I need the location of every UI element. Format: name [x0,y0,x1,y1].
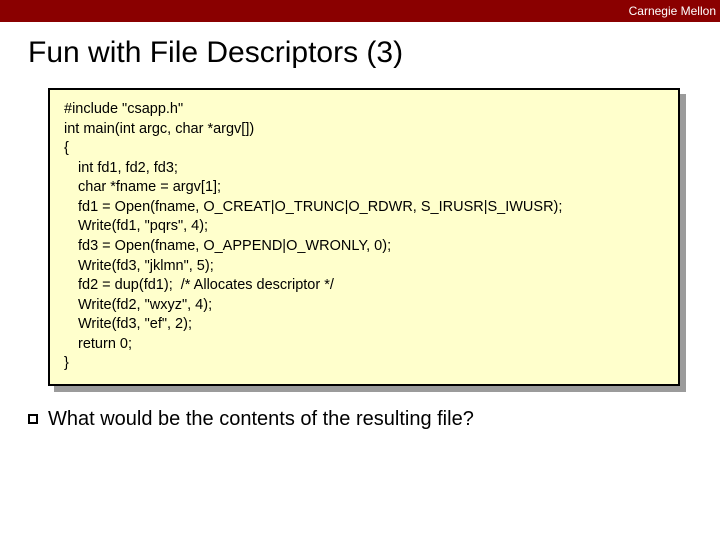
bullet-row: What would be the contents of the result… [28,408,720,431]
institution-label: Carnegie Mellon [629,4,716,18]
code-line: { [64,139,664,159]
code-line: fd3 = Open(fname, O_APPEND|O_WRONLY, 0); [64,237,664,257]
code-line: Write(fd1, "pqrs", 4); [64,217,664,237]
code-line: } [64,354,664,374]
question-text: What would be the contents of the result… [48,408,474,431]
code-line: Write(fd3, "jklmn", 5); [64,257,664,277]
code-line: return 0; [64,335,664,355]
code-block-wrap: #include "csapp.h" int main(int argc, ch… [48,88,680,386]
code-line: fd1 = Open(fname, O_CREAT|O_TRUNC|O_RDWR… [64,198,664,218]
code-line: char *fname = argv[1]; [64,178,664,198]
bullet-icon [28,414,38,424]
code-line: #include "csapp.h" [64,100,664,120]
slide-title: Fun with File Descriptors (3) [28,36,720,70]
code-line: int main(int argc, char *argv[]) [64,120,664,140]
code-line: Write(fd3, "ef", 2); [64,315,664,335]
code-line: Write(fd2, "wxyz", 4); [64,296,664,316]
code-block: #include "csapp.h" int main(int argc, ch… [48,88,680,386]
header-bar: Carnegie Mellon [0,0,720,22]
code-line: int fd1, fd2, fd3; [64,159,664,179]
code-line: fd2 = dup(fd1); /* Allocates descriptor … [64,276,664,296]
